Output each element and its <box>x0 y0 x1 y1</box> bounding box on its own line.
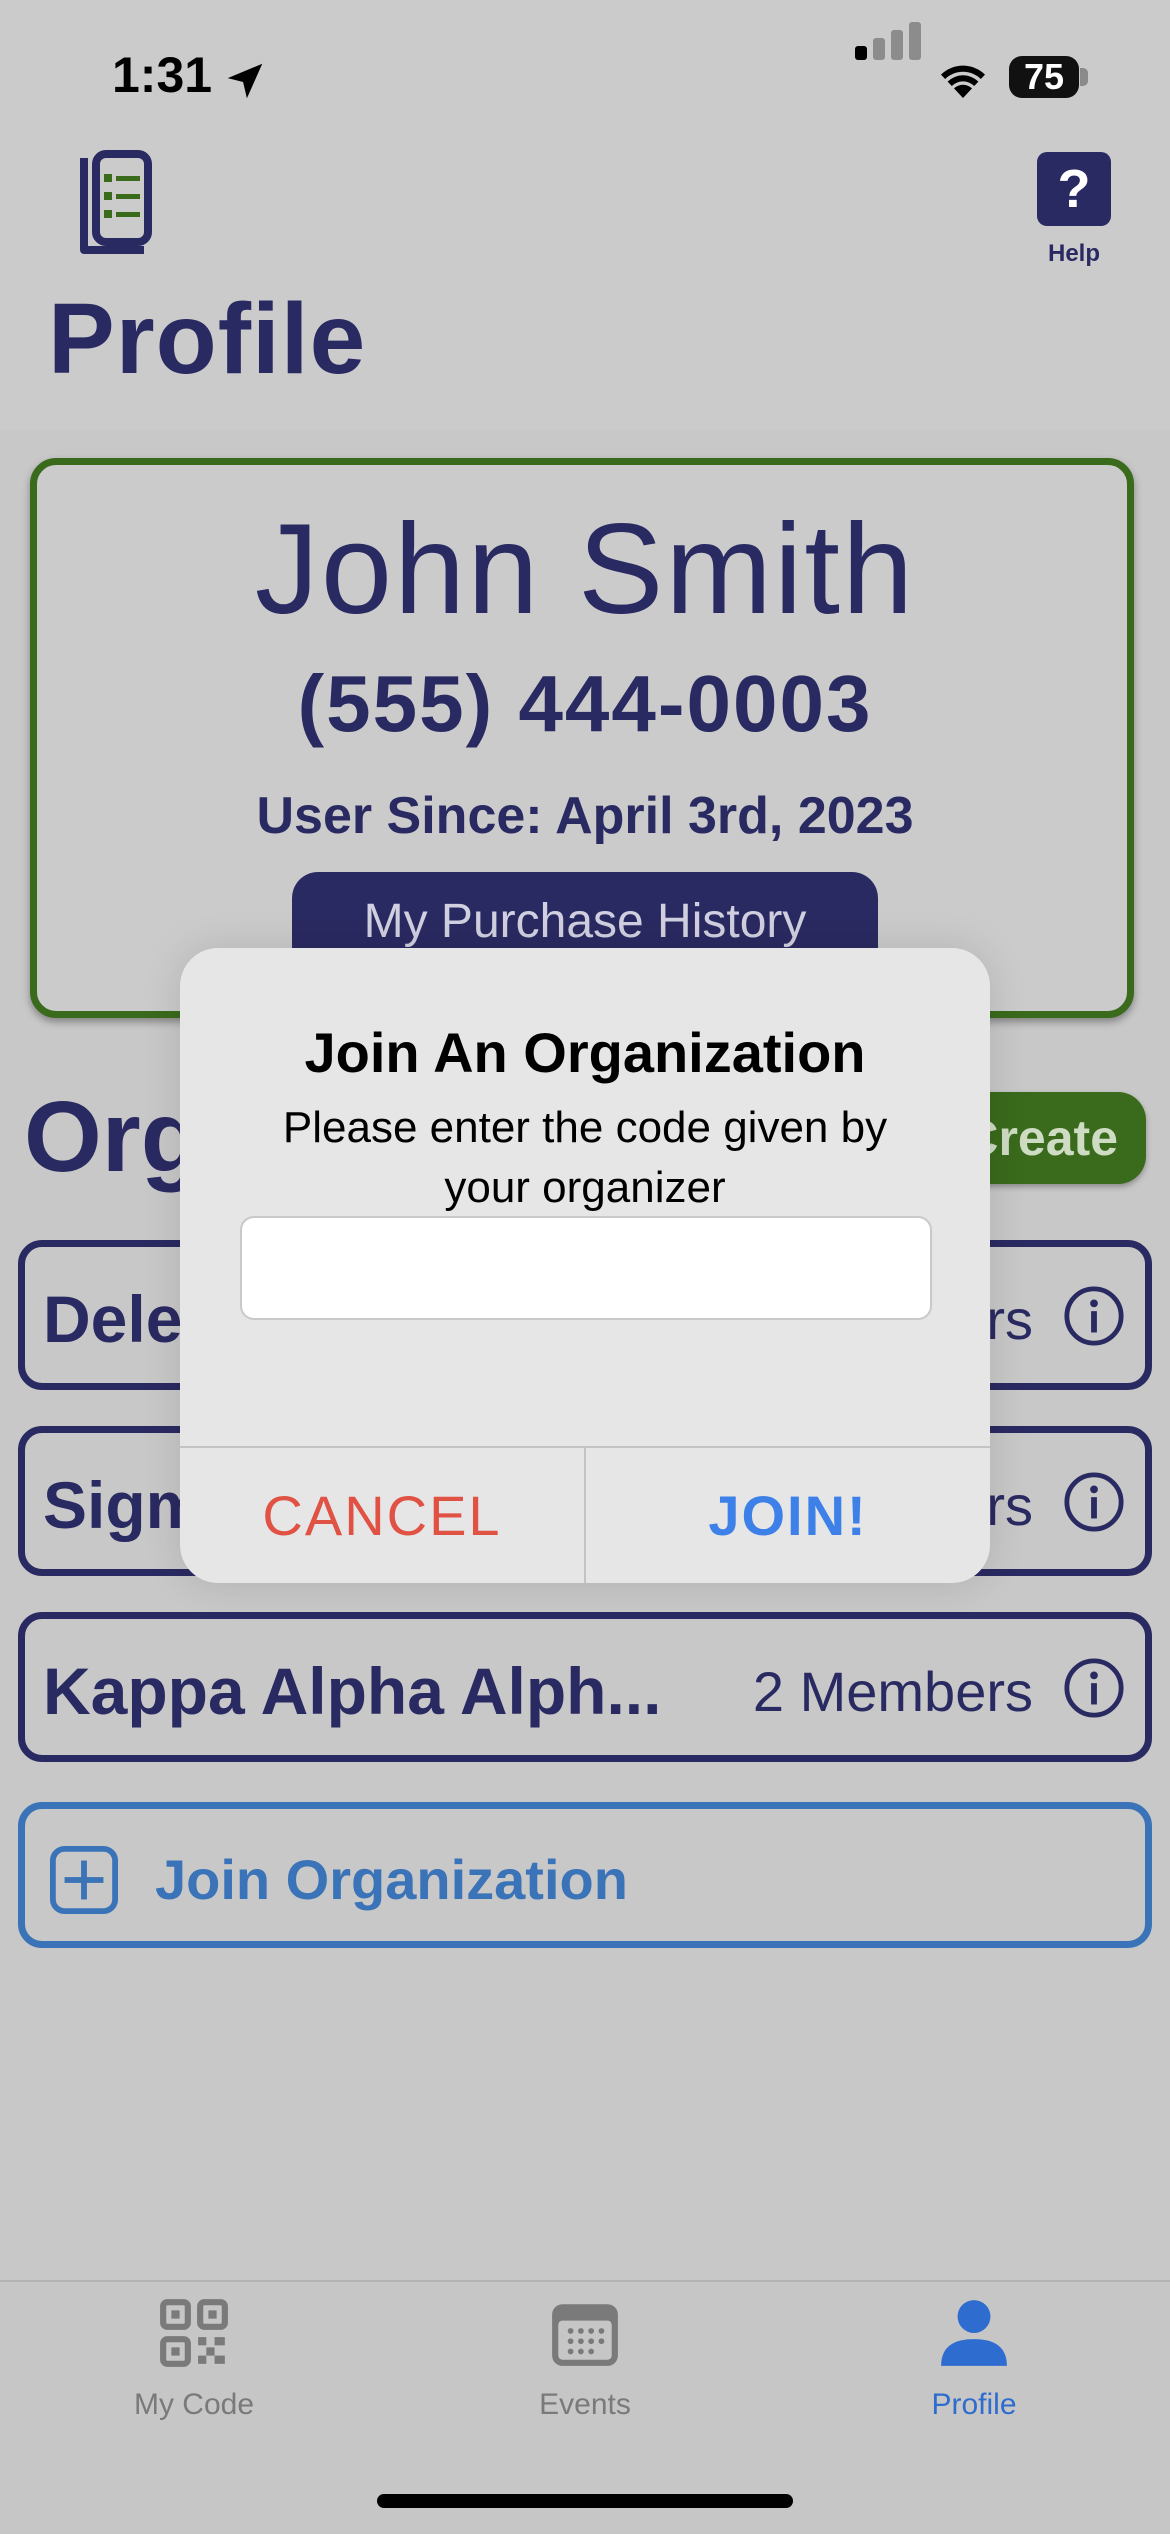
user-phone: (555) 444-0003 <box>297 659 873 748</box>
battery-icon: 75 <box>1009 56 1079 98</box>
wifi-icon <box>941 65 985 98</box>
organization-code-input[interactable] <box>240 1216 932 1320</box>
user-name: John Smith <box>254 498 916 641</box>
help-button[interactable]: ? <box>1037 152 1111 226</box>
home-indicator <box>377 2494 793 2508</box>
alert-title: Join An Organization <box>304 1021 866 1084</box>
org-row[interactable]: Kappa Alpha Alph... 2 Members <box>18 1612 1152 1762</box>
tab-events[interactable]: Events <box>435 2296 735 2422</box>
user-since: User Since: April 3rd, 2023 <box>256 787 914 845</box>
battery-tip <box>1080 68 1088 86</box>
tab-label: Events <box>539 2388 631 2421</box>
person-icon <box>941 2300 1007 2366</box>
tab-my-code[interactable]: My Code <box>44 2296 344 2422</box>
plus-square-icon <box>49 1845 119 1915</box>
page-title: Profile <box>48 283 367 395</box>
calendar-icon <box>552 2304 618 2366</box>
help-label: Help <box>1047 240 1100 267</box>
alert-message: Please enter the code given by your orga… <box>282 1103 888 1212</box>
status-time: 1:31 <box>112 47 213 103</box>
join-organization-alert: Join An Organization Please enter the co… <box>180 948 990 1583</box>
tab-label: My Code <box>133 2388 255 2421</box>
location-arrow-icon <box>227 63 263 99</box>
join-organization-label: Join Organization <box>155 1848 628 1911</box>
cancel-button[interactable]: CANCEL <box>180 1448 584 1583</box>
app-logo-icon <box>80 150 152 254</box>
join-button[interactable]: JOIN! <box>586 1448 990 1583</box>
info-icon[interactable] <box>1063 1471 1125 1533</box>
info-icon[interactable] <box>1063 1285 1125 1347</box>
org-members: 2 Members <box>752 1660 1033 1723</box>
tab-profile[interactable]: Profile <box>824 2296 1124 2422</box>
qr-code-icon <box>160 2299 228 2367</box>
join-organization-button[interactable]: Join Organization <box>18 1802 1152 1948</box>
org-name: Kappa Alpha Alph... <box>43 1654 662 1728</box>
tab-label: Profile <box>931 2388 1017 2421</box>
info-icon[interactable] <box>1063 1657 1125 1719</box>
